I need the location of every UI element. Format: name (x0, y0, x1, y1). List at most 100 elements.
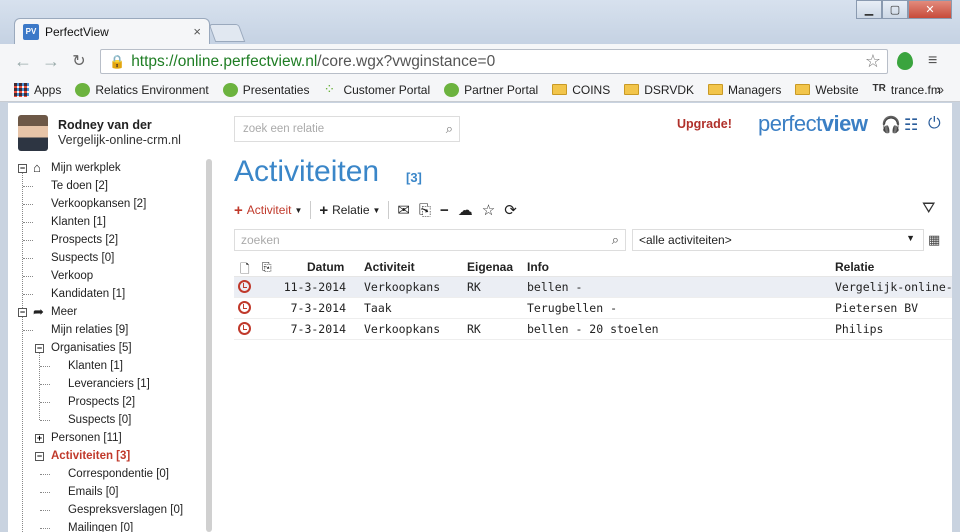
bookmark-customer-portal[interactable]: ⁘ Customer Portal (323, 82, 430, 97)
filter-icon[interactable]: ⛛ (922, 200, 935, 218)
extension-icon[interactable] (897, 52, 913, 70)
cell-datum: 7-3-2014 (290, 301, 346, 315)
activity-search-input[interactable]: zoeken ⌕ (234, 229, 626, 251)
tree-item-org-leveranciers[interactable]: Leveranciers [1] (8, 375, 208, 393)
button-label: Relatie (332, 203, 370, 217)
browser-tab[interactable]: PV PerfectView × (14, 18, 210, 44)
add-relatie-button[interactable]: + Relatie ▼ (319, 202, 380, 219)
tree-item-mijn-werkplek[interactable]: − ⌂ Mijn werkplek (8, 159, 208, 177)
collapse-toggle-icon[interactable]: − (35, 344, 44, 353)
user-profile[interactable]: Rodney van der Vergelijk-online-crm.nl (18, 115, 181, 151)
attachment-icon[interactable]: ⎘ (419, 202, 431, 219)
bookmark-apps[interactable]: Apps (14, 82, 61, 97)
tree-item-mijn-relaties[interactable]: Mijn relaties [9] (8, 321, 208, 339)
col-eigenaar[interactable]: Eigenaa (467, 260, 521, 274)
close-window-button[interactable]: ✕ (908, 0, 952, 19)
collapse-toggle-icon[interactable]: − (18, 164, 27, 173)
bookmark-trance-fm[interactable]: TR trance.fm (873, 83, 941, 97)
bookmarks-more-icon[interactable]: » (936, 81, 944, 97)
reload-icon[interactable]: ↻ (68, 50, 90, 72)
col-relatie[interactable]: Relatie (835, 260, 874, 274)
bookmark-managers[interactable]: Managers (708, 83, 781, 97)
activity-filter-select[interactable]: <alle activiteiten> ▼ (632, 229, 924, 251)
power-icon[interactable]: ⏻ (928, 115, 941, 133)
app-page: Rodney van der Vergelijk-online-crm.nl −… (8, 103, 952, 532)
tree-item-emails[interactable]: Emails [0] (8, 483, 208, 501)
bookmark-coins[interactable]: COINS (552, 83, 610, 97)
tree-item-correspondentie[interactable]: Correspondentie [0] (8, 465, 208, 483)
cloud-download-icon[interactable]: ☁ (458, 201, 473, 219)
folder-icon (708, 84, 724, 95)
refresh-icon[interactable]: ⟳ (504, 201, 517, 219)
tree-item-kandidaten[interactable]: Kandidaten [1] (8, 285, 208, 303)
tree-item-verkoop[interactable]: Verkoop (8, 267, 208, 285)
table-row[interactable]: 7-3-2014 Taak Terugbellen - Pietersen BV (234, 298, 952, 319)
tab-close-icon[interactable]: × (193, 24, 201, 39)
browser-toolbar: ← → ↻ 🔒 https://online.perfectview.nl/co… (0, 44, 960, 78)
forward-arrow-icon[interactable]: → (40, 50, 62, 72)
tree-item-gespreksverslagen[interactable]: Gespreksverslagen [0] (8, 501, 208, 519)
bookmark-label: Partner Portal (464, 82, 539, 97)
green-globe-icon (75, 82, 91, 97)
tree-label: Correspondentie [0] (68, 468, 170, 480)
bookmark-website[interactable]: Website (795, 82, 859, 97)
headset-icon[interactable]: 🎧 (881, 115, 901, 135)
cell-info: bellen - 20 stoelen (527, 322, 659, 336)
bookmark-partner-portal[interactable]: Partner Portal (444, 82, 539, 97)
address-bar[interactable]: 🔒 https://online.perfectview.nl/core.wgx… (100, 49, 888, 74)
select-value: <alle activiteiten> (639, 233, 732, 247)
tree-item-activiteiten[interactable]: − Activiteiten [3] (8, 447, 208, 465)
star-icon[interactable]: ☆ (482, 201, 495, 219)
minimize-button[interactable]: ▁ (856, 0, 882, 19)
tree-item-te-doen[interactable]: Te doen [2] (8, 177, 208, 195)
tree-item-org-prospects[interactable]: Prospects [2] (8, 393, 208, 411)
upgrade-link[interactable]: Upgrade! (677, 117, 732, 131)
tree-item-personen[interactable]: + Personen [11] (8, 429, 208, 447)
grid-view-icon[interactable]: ▦ (928, 232, 940, 248)
tree-item-org-klanten[interactable]: Klanten [1] (8, 357, 208, 375)
collapse-toggle-icon[interactable]: − (18, 308, 27, 317)
new-tab-button[interactable] (208, 24, 246, 42)
search-icon[interactable]: ⌕ (446, 121, 453, 137)
bookmark-dsrvdk[interactable]: DSRVDK (624, 83, 694, 97)
email-icon[interactable]: ✉ (397, 201, 410, 219)
bookmark-relatics[interactable]: Relatics Environment (75, 82, 209, 97)
bookmark-label: Presentaties (242, 82, 310, 97)
collapse-toggle-icon[interactable]: − (35, 452, 44, 461)
search-icon[interactable]: ⌕ (612, 232, 619, 248)
bookmark-presentaties[interactable]: Presentaties (222, 82, 310, 97)
maximize-button[interactable]: ▢ (882, 0, 908, 19)
tree-label: Mailingen [0] (68, 522, 134, 532)
expand-toggle-icon[interactable]: + (35, 434, 44, 443)
tree-item-meer[interactable]: − ➦ Meer (8, 303, 208, 321)
table-row[interactable]: 11-3-2014 Verkoopkans RK bellen - Vergel… (234, 277, 952, 298)
tree-label: Personen [11] (51, 432, 122, 444)
tree-item-org-suspects[interactable]: Suspects [0] (8, 411, 208, 429)
tree-label: Prospects [2] (68, 396, 136, 408)
col-datum[interactable]: Datum (307, 260, 344, 274)
tree-label: Activiteiten [3] (51, 450, 131, 462)
table-row[interactable]: 7-3-2014 Verkoopkans RK bellen - 20 stoe… (234, 319, 952, 340)
bookmark-label: Website (815, 82, 859, 97)
list-icon[interactable]: ☷ (904, 115, 918, 135)
tree-item-prospects[interactable]: Prospects [2] (8, 231, 208, 249)
sidebar-scrollbar[interactable] (206, 159, 212, 532)
plus-icon: + (234, 201, 243, 219)
browser-menu-icon[interactable]: ≡ (928, 53, 942, 69)
page-title: Activiteiten (234, 155, 380, 188)
tr-icon: TR (872, 82, 886, 94)
col-activiteit[interactable]: Activiteit (364, 260, 415, 274)
minus-icon[interactable]: − (440, 202, 449, 219)
tree-item-klanten[interactable]: Klanten [1] (8, 213, 208, 231)
relation-search-input[interactable]: zoek een relatie ⌕ (234, 116, 460, 142)
add-activiteit-button[interactable]: + Activiteit ▼ (234, 202, 302, 219)
clock-icon (238, 301, 251, 314)
tree-item-suspects[interactable]: Suspects [0] (8, 249, 208, 267)
tree-item-verkoopkansen[interactable]: Verkoopkansen [2] (8, 195, 208, 213)
tree-item-mailingen[interactable]: Mailingen [0] (8, 519, 208, 532)
caret-down-icon: ▼ (294, 205, 303, 215)
col-info[interactable]: Info (527, 260, 549, 274)
back-arrow-icon[interactable]: ← (12, 50, 34, 72)
bookmark-star-icon[interactable]: ☆ (865, 51, 881, 72)
tree-item-organisaties[interactable]: − Organisaties [5] (8, 339, 208, 357)
